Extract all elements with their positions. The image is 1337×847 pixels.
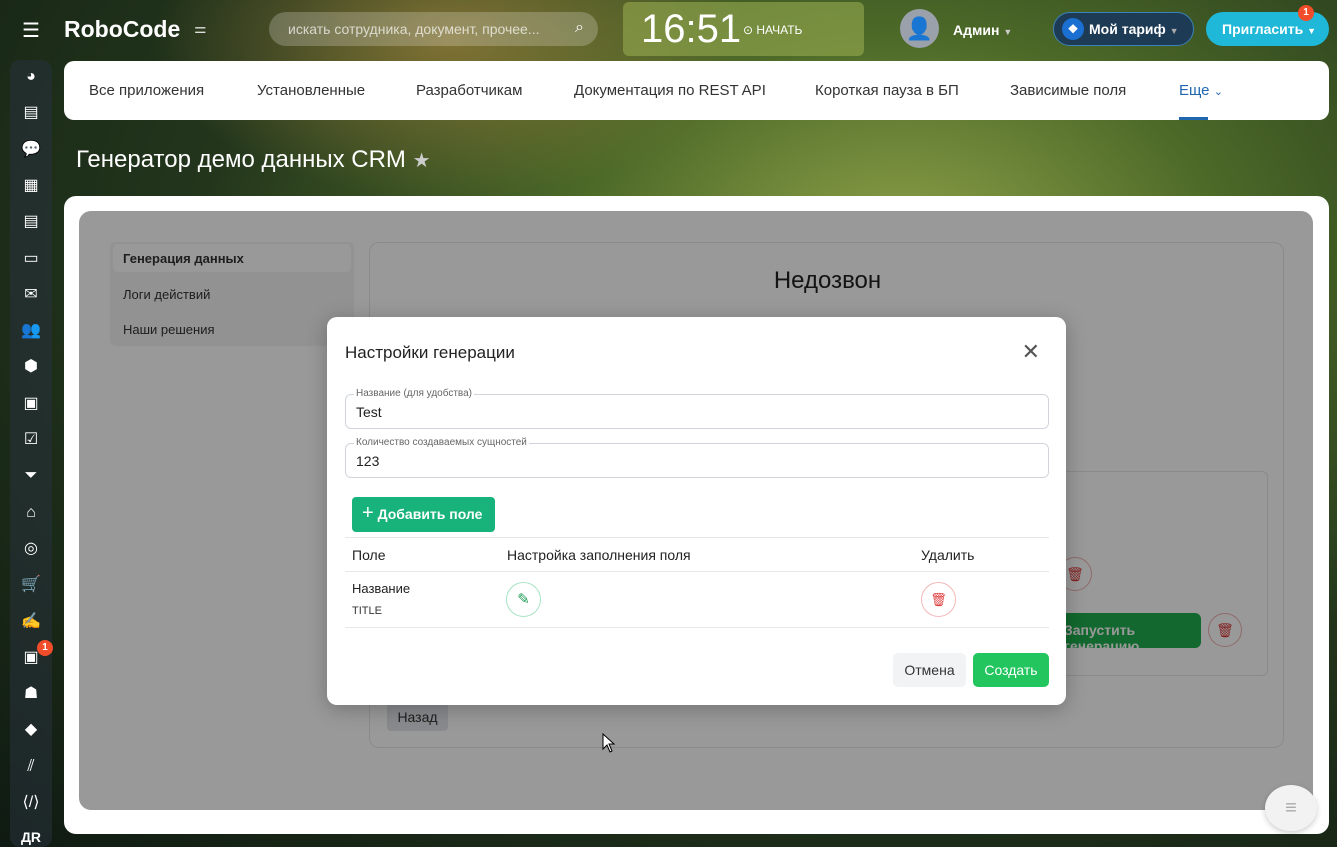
- start-label: НАЧАТЬ: [756, 23, 803, 37]
- generation-settings-modal: Настройки генерации ✕ Название (для удоб…: [327, 317, 1066, 705]
- store-icon[interactable]: ⌂: [10, 503, 52, 523]
- tab-dependent-fields[interactable]: Зависимые поля: [1010, 82, 1126, 99]
- delete-button[interactable]: 🗑: [921, 582, 956, 617]
- tab-more-label: Еще: [1179, 82, 1210, 99]
- add-field-label: Добавить поле: [377, 506, 483, 522]
- close-icon[interactable]: ✕: [1022, 339, 1040, 365]
- drive-icon[interactable]: ▭: [10, 249, 52, 269]
- tab-installed[interactable]: Установленные: [257, 82, 365, 99]
- col-field: Поле: [352, 547, 386, 563]
- marketplace-icon[interactable]: ⫽: [10, 757, 52, 777]
- count-input[interactable]: [356, 453, 1036, 469]
- groups-icon[interactable]: 👥: [10, 321, 52, 341]
- add-field-button[interactable]: + Добавить поле: [352, 497, 495, 532]
- table-row: Название TITLE ✎ 🗑: [345, 571, 1049, 628]
- tariff-label: Мой тариф: [1089, 21, 1166, 37]
- invite-label: Пригласить: [1222, 21, 1304, 37]
- invite-badge: 1: [1298, 5, 1314, 21]
- col-delete: Удалить: [921, 547, 975, 563]
- search-input[interactable]: искать сотрудника, документ, прочее... ⌕: [269, 12, 598, 46]
- page-title-text: Генератор демо данных CRM: [76, 146, 406, 173]
- user-initials[interactable]: ДR: [10, 827, 52, 847]
- target-icon[interactable]: ◎: [10, 539, 52, 559]
- chevron-down-icon: ▼: [1307, 26, 1317, 36]
- tab-all-apps[interactable]: Все приложения: [89, 82, 204, 99]
- star-icon[interactable]: ★: [413, 150, 431, 172]
- document-icon[interactable]: ▤: [10, 212, 52, 232]
- trash-icon: 🗑: [930, 592, 947, 607]
- tab-developers[interactable]: Разработчикам: [416, 82, 522, 99]
- pencil-icon: ✎: [517, 591, 530, 608]
- count-label: Количество создаваемых сущностей: [354, 437, 529, 448]
- chevron-down-icon: ⌄: [1213, 86, 1223, 98]
- app-logo[interactable]: RoboCode: [64, 16, 180, 43]
- plus-icon: +: [362, 502, 374, 524]
- chevron-down-icon: ▼: [1003, 27, 1013, 37]
- mail-icon[interactable]: ✉: [10, 285, 52, 305]
- mouse-cursor-icon: [602, 733, 616, 753]
- col-fill-settings: Настройка заполнения поля: [507, 547, 691, 563]
- tab-short-pause[interactable]: Короткая пауза в БП: [815, 82, 959, 99]
- tariff-icon: ❖: [1062, 18, 1084, 40]
- name-label: Название (для удобства): [354, 388, 475, 399]
- chevron-down-icon: ▼: [1169, 26, 1179, 36]
- crm-icon[interactable]: ⬢: [10, 357, 52, 377]
- contacts-badge: 1: [37, 640, 53, 656]
- top-nav: Все приложения Установленные Разработчик…: [64, 61, 1329, 120]
- sign-icon[interactable]: ✍: [10, 612, 52, 632]
- user-menu[interactable]: Админ ▼: [953, 22, 1012, 38]
- cart-icon[interactable]: 🛒: [10, 575, 52, 595]
- avatar[interactable]: 👤: [900, 9, 939, 48]
- list-menu-button[interactable]: ≡: [1265, 785, 1317, 831]
- search-placeholder: искать сотрудника, документ, прочее...: [288, 21, 540, 37]
- count-field[interactable]: Количество создаваемых сущностей: [345, 437, 1049, 478]
- robot-icon[interactable]: ☗: [10, 684, 52, 704]
- modal-title: Настройки генерации: [345, 343, 515, 362]
- clock-time: 16:51: [641, 7, 742, 51]
- clock-widget[interactable]: 16:51 ⊙ НАЧАТЬ: [623, 2, 864, 56]
- calendar-icon[interactable]: ▦: [10, 176, 52, 196]
- name-input[interactable]: [356, 404, 1036, 420]
- start-button[interactable]: ⊙ НАЧАТЬ: [743, 23, 802, 37]
- menu-icon[interactable]: ☰: [22, 18, 40, 43]
- create-button[interactable]: Создать: [973, 653, 1049, 687]
- tab-rest-docs[interactable]: Документация по REST API: [574, 82, 766, 99]
- table-header: Поле Настройка заполнения поля Удалить: [345, 537, 1049, 571]
- tasks-icon[interactable]: ☑: [10, 430, 52, 450]
- field-code: TITLE: [352, 605, 382, 617]
- settings-sliders-icon[interactable]: ⚌: [194, 20, 207, 37]
- code-icon[interactable]: ⟨/⟩: [10, 793, 52, 813]
- edit-button[interactable]: ✎: [506, 582, 541, 617]
- box-icon[interactable]: ◆: [10, 720, 52, 740]
- tariff-button[interactable]: ❖ Мой тариф ▼: [1053, 12, 1194, 46]
- news-icon[interactable]: ▤: [10, 103, 52, 123]
- field-name: Название: [352, 581, 411, 596]
- chat-icon[interactable]: 💬: [10, 140, 52, 160]
- presentation-icon[interactable]: ▣: [10, 394, 52, 414]
- cancel-button[interactable]: Отмена: [893, 653, 966, 687]
- search-icon[interactable]: ⌕: [575, 19, 584, 37]
- tab-more[interactable]: Еще ⌄: [1179, 82, 1223, 120]
- filter-icon[interactable]: ⏷: [10, 466, 52, 486]
- activity-icon[interactable]: ◕: [10, 67, 52, 87]
- name-field[interactable]: Название (для удобства): [345, 388, 1049, 429]
- page-title: Генератор демо данных CRM ★: [76, 146, 431, 174]
- user-name: Админ: [953, 22, 1000, 38]
